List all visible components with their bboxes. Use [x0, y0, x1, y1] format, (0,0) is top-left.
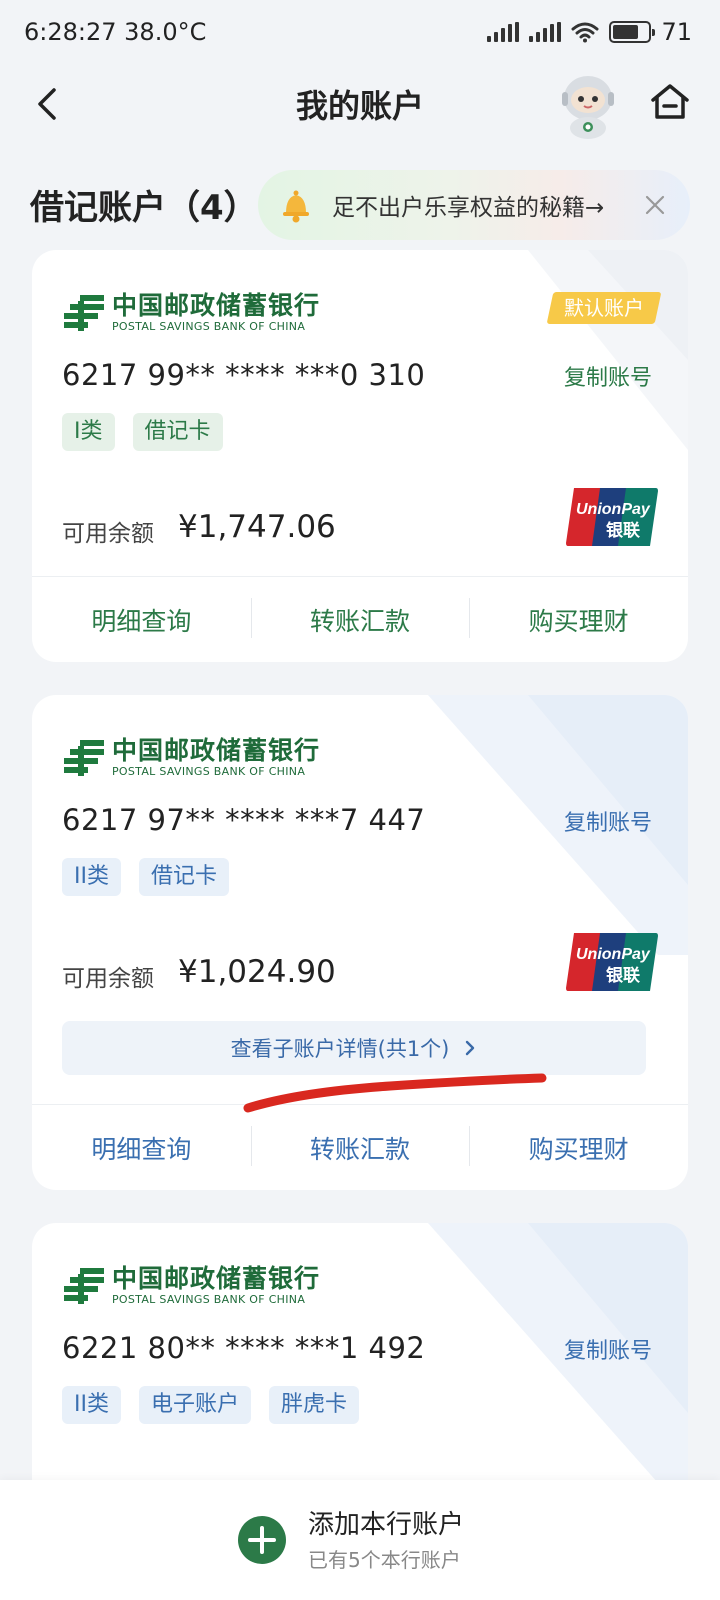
svg-text:银联: 银联	[606, 520, 640, 541]
card-actions: 明细查询 转账汇款 购买理财	[32, 1104, 688, 1190]
promo-banner[interactable]: 足不出户乐享权益的秘籍→	[258, 170, 690, 240]
page-title: 我的账户	[295, 87, 424, 125]
account-number: 6217 97** **** ***7 447	[62, 803, 426, 837]
status-icons: 71	[487, 18, 692, 46]
chevron-right-icon	[466, 1040, 475, 1056]
details-query-button[interactable]: 明细查询	[32, 602, 251, 638]
bank-name-en: POSTAL SAVINGS BANK OF CHINA	[112, 1293, 306, 1306]
card-actions: 明细查询 转账汇款 购买理财	[32, 576, 688, 662]
buy-wealth-button[interactable]: 购买理财	[469, 1125, 688, 1166]
home-icon[interactable]	[648, 80, 692, 124]
account-tags: II类 电子账户 胖虎卡	[62, 1386, 360, 1424]
balance-value: ¥1,024.90	[178, 954, 336, 990]
copy-account-button[interactable]: 复制账号	[564, 805, 652, 837]
balance-label: 可用余额	[62, 966, 154, 992]
tag-card-name: 胖虎卡	[269, 1386, 360, 1424]
status-bar: 6:28:27 38.0°C 71	[0, 0, 720, 64]
robot-mascot-icon[interactable]	[556, 70, 620, 140]
bank-logo: 中国邮政储蓄银行 POSTAL SAVINGS BANK OF CHINA	[62, 1265, 320, 1307]
account-number: 6221 80** **** ***1 492	[62, 1331, 426, 1365]
status-time-temp: 6:28:27 38.0°C	[24, 18, 207, 46]
plus-circle-icon[interactable]	[238, 1516, 286, 1564]
transfer-button[interactable]: 转账汇款	[250, 1125, 470, 1166]
svg-text:UnionPay: UnionPay	[576, 501, 651, 518]
psbc-emblem-icon	[64, 1268, 104, 1304]
balance-label: 可用余额	[62, 521, 154, 547]
account-card-3[interactable]: 中国邮政储蓄银行 POSTAL SAVINGS BANK OF CHINA 62…	[32, 1223, 688, 1523]
account-card-1[interactable]: 中国邮政储蓄银行 POSTAL SAVINGS BANK OF CHINA 默认…	[32, 250, 688, 662]
svg-text:UnionPay: UnionPay	[576, 946, 651, 963]
copy-account-button[interactable]: 复制账号	[564, 360, 652, 392]
tag-class: I类	[62, 413, 115, 451]
cell-signal-icon-2	[529, 22, 562, 42]
tag-card-type: 借记卡	[132, 413, 223, 451]
buy-wealth-button[interactable]: 购买理财	[469, 597, 688, 638]
default-account-badge: 默认账户	[546, 292, 662, 324]
add-account-title[interactable]: 添加本行账户	[308, 1504, 464, 1541]
unionpay-logo: UnionPay 银联	[566, 488, 658, 546]
account-card-2[interactable]: 中国邮政储蓄银行 POSTAL SAVINGS BANK OF CHINA 62…	[32, 695, 688, 1190]
account-tags: I类 借记卡	[62, 413, 223, 451]
sub-accounts-label: 查看子账户详情(共1个)	[230, 1037, 450, 1061]
add-account-bar[interactable]: 添加本行账户 已有5个本行账户	[0, 1480, 720, 1600]
balance-value: ¥1,747.06	[178, 509, 336, 545]
cell-signal-icon	[487, 22, 520, 42]
battery-level: 71	[661, 18, 692, 46]
close-icon[interactable]	[642, 192, 668, 218]
copy-account-button[interactable]: 复制账号	[564, 1333, 652, 1365]
psbc-emblem-icon	[64, 740, 104, 776]
bank-name-cn: 中国邮政储蓄银行	[112, 1264, 321, 1293]
debit-accounts-heading: 借记账户（4）	[30, 188, 258, 228]
tag-card-type: 借记卡	[138, 858, 229, 896]
account-number: 6217 99** **** ***0 310	[62, 358, 426, 392]
bank-logo: 中国邮政储蓄银行 POSTAL SAVINGS BANK OF CHINA	[62, 737, 320, 779]
back-arrow-icon[interactable]	[30, 84, 66, 124]
tag-class: II类	[62, 1386, 121, 1424]
wifi-icon	[571, 22, 599, 43]
bell-icon	[283, 190, 309, 223]
svg-text:银联: 银联	[606, 965, 640, 986]
sub-accounts-button[interactable]: 查看子账户详情(共1个)	[62, 1021, 646, 1075]
battery-icon	[609, 21, 656, 43]
add-account-subtitle: 已有5个本行账户	[308, 1548, 461, 1572]
tag-class: II类	[62, 858, 121, 896]
psbc-emblem-icon	[64, 295, 104, 331]
transfer-button[interactable]: 转账汇款	[250, 597, 470, 638]
bank-name-cn: 中国邮政储蓄银行	[112, 291, 321, 320]
bank-name-en: POSTAL SAVINGS BANK OF CHINA	[112, 765, 306, 778]
unionpay-logo: UnionPay 银联	[566, 933, 658, 991]
account-tags: II类 借记卡	[62, 858, 229, 896]
bank-logo: 中国邮政储蓄银行 POSTAL SAVINGS BANK OF CHINA	[62, 292, 320, 334]
bank-name-cn: 中国邮政储蓄银行	[112, 736, 321, 765]
tag-account-type: 电子账户	[138, 1386, 251, 1424]
promo-text: 足不出户乐享权益的秘籍→	[332, 195, 605, 221]
nav-header: 我的账户	[0, 64, 720, 144]
bank-name-en: POSTAL SAVINGS BANK OF CHINA	[112, 320, 306, 333]
details-query-button[interactable]: 明细查询	[32, 1130, 251, 1166]
